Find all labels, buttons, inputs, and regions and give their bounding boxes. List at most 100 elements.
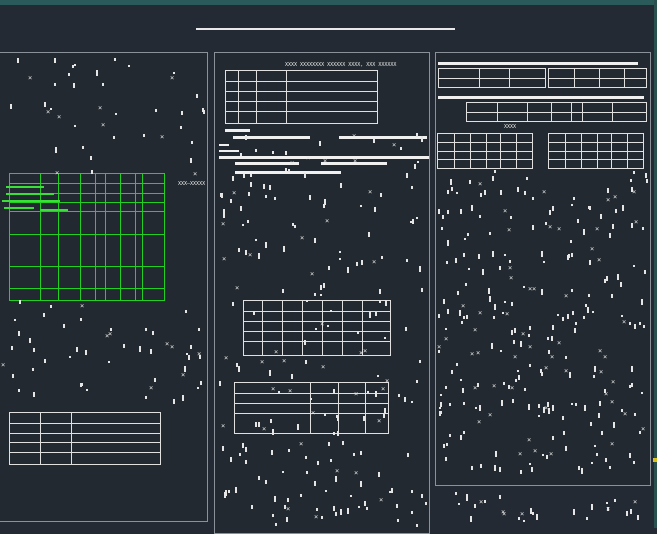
cad-point: × (513, 353, 518, 361)
cad-point (238, 248, 240, 252)
cad-point (557, 314, 559, 316)
cad-point (236, 363, 238, 367)
cad-point: × (476, 349, 481, 357)
cad-point (565, 446, 567, 451)
cad-point (631, 366, 633, 372)
cad-point (588, 206, 590, 209)
cad-point (484, 190, 486, 195)
cad-point (320, 285, 322, 290)
cad-point (512, 399, 514, 403)
cad-point (634, 413, 636, 416)
cad-point (607, 188, 609, 193)
cad-point (258, 476, 260, 480)
table-grid-right[interactable] (548, 133, 644, 169)
cad-point (530, 508, 532, 514)
table-top[interactable] (225, 70, 378, 124)
cad-point: × (479, 498, 484, 506)
cad-point (110, 328, 112, 331)
cad-point (145, 396, 147, 399)
cad-point (407, 453, 409, 457)
cad-point (114, 58, 116, 61)
cad-point (68, 73, 70, 76)
cad-point (499, 467, 501, 472)
cad-point (489, 232, 491, 235)
cad-point (55, 147, 57, 153)
cad-point (621, 315, 623, 317)
cad-point (416, 524, 418, 527)
cad-point (330, 310, 332, 312)
cad-point: × (623, 410, 628, 418)
cad-point (447, 190, 449, 194)
cad-point: × (314, 513, 319, 521)
cad-point (567, 314, 569, 319)
cad-point (74, 125, 76, 127)
cad-point (69, 356, 71, 358)
table-grid-left[interactable] (437, 133, 533, 169)
cad-point (607, 507, 609, 511)
cad-point (571, 204, 573, 206)
cad-point (272, 429, 274, 435)
cad-point (245, 447, 247, 452)
cad-point: × (353, 157, 358, 165)
table-top-right[interactable] (548, 68, 647, 88)
cad-point (369, 312, 371, 318)
cad-point (335, 512, 337, 516)
cad-point: × (149, 384, 154, 392)
cad-point: × (57, 113, 62, 121)
cad-point (248, 192, 250, 196)
cad-point (524, 388, 526, 391)
cad-point (633, 171, 635, 174)
cad-point (417, 161, 419, 163)
cad-point (571, 403, 573, 405)
cad-point (511, 302, 513, 306)
cad-point (471, 466, 473, 470)
cad-point (547, 402, 549, 407)
cad-point (641, 299, 643, 305)
cad-point (275, 523, 277, 526)
cad-point (488, 288, 490, 294)
cad-point (242, 443, 244, 448)
cad-point (480, 464, 482, 468)
cad-point (504, 301, 506, 303)
cad-point (63, 324, 65, 328)
cad-point (606, 276, 608, 281)
cad-point (573, 509, 575, 515)
cad-point (232, 176, 234, 181)
cad-point (633, 461, 635, 464)
cad-point (598, 413, 600, 418)
cad-point (255, 239, 257, 241)
table-top-left[interactable] (438, 68, 546, 88)
cad-point: × (610, 440, 615, 448)
cad-point (375, 312, 377, 316)
cad-point (245, 250, 247, 255)
table-middle[interactable] (243, 300, 391, 356)
cad-point (480, 193, 482, 197)
cad-point (631, 187, 633, 192)
cad-point (272, 151, 274, 154)
table-lower-left[interactable] (9, 412, 161, 465)
cad-point (11, 346, 13, 350)
cad-point (152, 331, 154, 335)
text-bar (219, 144, 229, 146)
cad-point (410, 221, 412, 223)
cad-point (467, 233, 469, 236)
cad-point (102, 83, 104, 86)
cad-point (173, 72, 175, 74)
cad-point (357, 331, 359, 334)
cad-point: × (260, 358, 265, 366)
cad-point (548, 408, 550, 414)
cad-point (411, 490, 413, 493)
cad-point: × (528, 343, 533, 351)
cad-point (82, 146, 84, 149)
cad-point (416, 380, 418, 383)
cad-point (270, 419, 272, 423)
cad-point (265, 242, 267, 248)
cad-point (282, 289, 284, 293)
cad-point (400, 147, 402, 150)
cad-point: × (527, 436, 532, 444)
table-mid-right[interactable] (551, 102, 647, 122)
cad-point (532, 225, 534, 230)
cad-point: × (444, 335, 449, 343)
cad-point (223, 209, 225, 215)
drawing-title-line (196, 28, 455, 30)
